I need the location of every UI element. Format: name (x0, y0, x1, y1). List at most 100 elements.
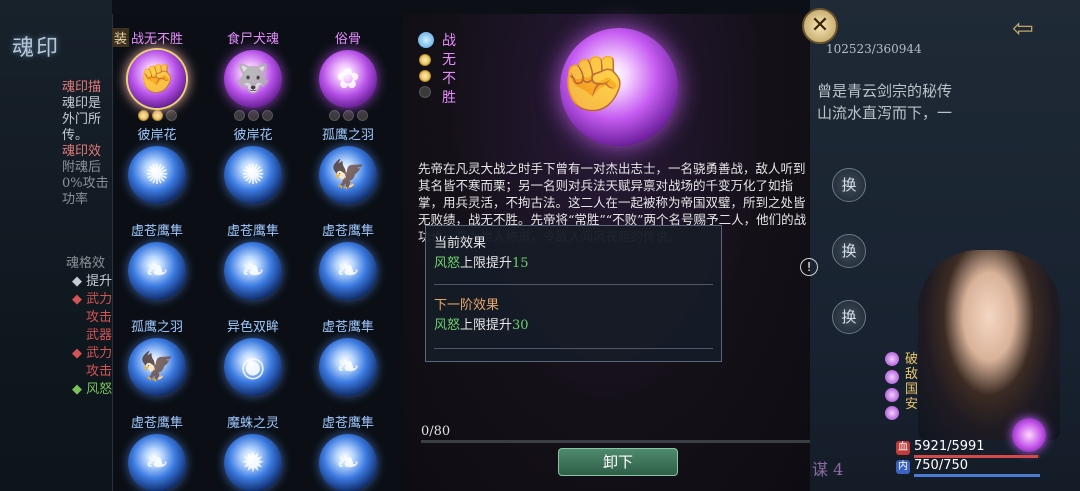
soul-mark-icon: ❧ (319, 434, 377, 491)
rank-dot (356, 110, 368, 121)
soul-slot-effect-line: ◆ 提升 (72, 274, 113, 289)
emblem-icon: ❧ (145, 446, 169, 479)
rank-dot (419, 86, 431, 98)
emblem-icon: ❧ (336, 254, 360, 287)
left-info-line: 功率 (62, 192, 89, 207)
soul-mark-item[interactable]: 虚苍鹰隼 ❧ (302, 218, 394, 314)
soul-mark-name: 食尸犬魂 (226, 32, 279, 47)
selected-soul-name: 战无不胜 (441, 32, 457, 108)
rank-dot (419, 54, 431, 66)
effect-tooltip: 当前效果 风怒上限提升15 下一阶效果 风怒上限提升30 (425, 225, 722, 362)
soul-mark-item[interactable]: 虚苍鹰隼 ❧ (302, 410, 394, 491)
left-info-line: 魂印描 (62, 80, 102, 95)
emblem-icon: ❧ (336, 350, 360, 383)
soul-mark-item[interactable]: 俗骨 ✿ (302, 26, 394, 122)
soul-mark-icon: 🦅 (319, 146, 377, 204)
name-char: 战 (442, 33, 456, 49)
soul-mark-icon: ✿ (319, 50, 377, 108)
swirl-icon (418, 32, 434, 48)
equipped-tag: 装 (112, 28, 130, 47)
left-info-line: 魂印是 (62, 96, 102, 111)
selected-soul-emblem: ✊ (560, 28, 678, 146)
soul-mark-item[interactable]: 虚苍鹰隼 ❧ (111, 218, 203, 314)
rank-dot (165, 110, 177, 121)
soul-mark-item[interactable]: 虚苍鹰隼 ❧ (111, 410, 203, 491)
mp-row: 内 750/750 (896, 458, 968, 474)
rank-dots (302, 110, 394, 122)
swap-button[interactable]: 换 (832, 234, 866, 268)
buff-icon (885, 388, 899, 402)
buff-icon (885, 370, 899, 384)
soul-slot-effect-line: ◆ 武力 (72, 346, 113, 361)
rank-indicator (419, 54, 431, 98)
soul-mark-item[interactable]: 虚苍鹰隼 ❧ (302, 314, 394, 410)
current-effect-stat: 风怒 (434, 256, 461, 271)
buff-icon (885, 352, 899, 366)
soul-mark-name: 孤鹰之羽 (130, 320, 183, 335)
emblem-icon: ❧ (241, 254, 265, 287)
swap-button[interactable]: 换 (832, 168, 866, 202)
character-portrait (918, 250, 1060, 440)
soul-mark-icon: ✊ (128, 50, 186, 108)
hp-value: 5921/5991 (914, 439, 985, 454)
soul-mark-item[interactable]: 孤鹰之羽 🦅 (111, 314, 203, 410)
rank-dot (419, 70, 431, 82)
soul-mark-item[interactable]: 食尸犬魂 🐺 (207, 26, 299, 122)
progress-label: 0/80 (421, 424, 451, 439)
rank-dot (233, 110, 245, 121)
rank-dot (261, 110, 273, 121)
next-effect-number: 30 (512, 318, 529, 333)
name-char: 不 (442, 71, 456, 87)
unload-button[interactable]: 卸下 (558, 448, 678, 476)
emblem-icon: 🦅 (330, 158, 366, 191)
close-button[interactable]: ✕ (802, 8, 838, 44)
next-effect-text: 上限提升 (460, 318, 513, 333)
soul-mark-item[interactable]: 孤鹰之羽 🦅 (302, 122, 394, 218)
background-line: 山流水直泻而下，一 (817, 104, 953, 122)
soul-mark-name: 虚苍鹰隼 (130, 224, 183, 239)
emblem-icon: 🐺 (235, 62, 271, 95)
soul-mark-name: 彼岸花 (233, 128, 273, 143)
background-line: 曾是青云剑宗的秘传 (817, 82, 953, 100)
soul-mark-item[interactable]: 异色双眸 ◉ (207, 314, 299, 410)
soul-slot-effect-line: 魂格效 (66, 256, 106, 271)
soul-mark-item[interactable]: 彼岸花 ✺ (111, 122, 203, 218)
soul-mark-icon: ❧ (319, 242, 377, 300)
soul-mark-name: 魔蛛之灵 (226, 416, 279, 431)
name-char: 无 (442, 52, 456, 68)
soul-mark-name: 虚苍鹰隼 (321, 416, 374, 431)
soul-mark-item[interactable]: 虚苍鹰隼 ❧ (207, 218, 299, 314)
left-info-line: 魂印效 (62, 144, 102, 159)
soul-slot-effect-line: 攻击 (86, 310, 113, 325)
soul-mark-name: 虚苍鹰隼 (130, 416, 183, 431)
soul-mark-item[interactable]: 魔蛛之灵 ✹ (207, 410, 299, 491)
mp-icon: 内 (896, 460, 910, 474)
back-arrow-icon[interactable]: ⇦ (1012, 14, 1048, 44)
soul-mark-icon: ✹ (224, 434, 282, 491)
soul-mark-item[interactable]: 彼岸花 ✺ (207, 122, 299, 218)
alert-icon[interactable]: ! (800, 258, 818, 276)
swap-button[interactable]: 换 (832, 300, 866, 334)
emblem-icon: ✿ (336, 62, 360, 95)
character-name: 破敌国安 (905, 352, 919, 412)
left-info-line: 附魂后 (62, 160, 102, 175)
rank-dot (247, 110, 259, 121)
panel-title: 魂印 (12, 36, 61, 61)
soul-slot-effect-line: ◆ 武力 (72, 292, 113, 307)
soul-slot-effect-line: 攻击 (86, 364, 113, 379)
soul-mark-name: 虚苍鹰隼 (321, 320, 374, 335)
left-info-line: 外门所 (62, 112, 102, 127)
soul-mark-name: 彼岸花 (137, 128, 177, 143)
mp-fill (914, 474, 1040, 477)
emblem-icon: ❧ (336, 446, 360, 479)
skill-orb-icon[interactable] (1012, 418, 1046, 452)
soul-mark-icon: ❧ (128, 242, 186, 300)
resource-counter: 102523/360944 (826, 42, 922, 56)
current-effect-text: 上限提升 (460, 256, 513, 271)
left-info-line: 传。 (62, 128, 89, 143)
next-effect-stat: 风怒 (434, 318, 461, 333)
next-effect-value: 风怒上限提升30 (434, 314, 529, 333)
current-effect-number: 15 (512, 256, 529, 271)
soul-mark-icon: ❧ (128, 434, 186, 491)
emblem-icon: ◉ (240, 350, 266, 383)
